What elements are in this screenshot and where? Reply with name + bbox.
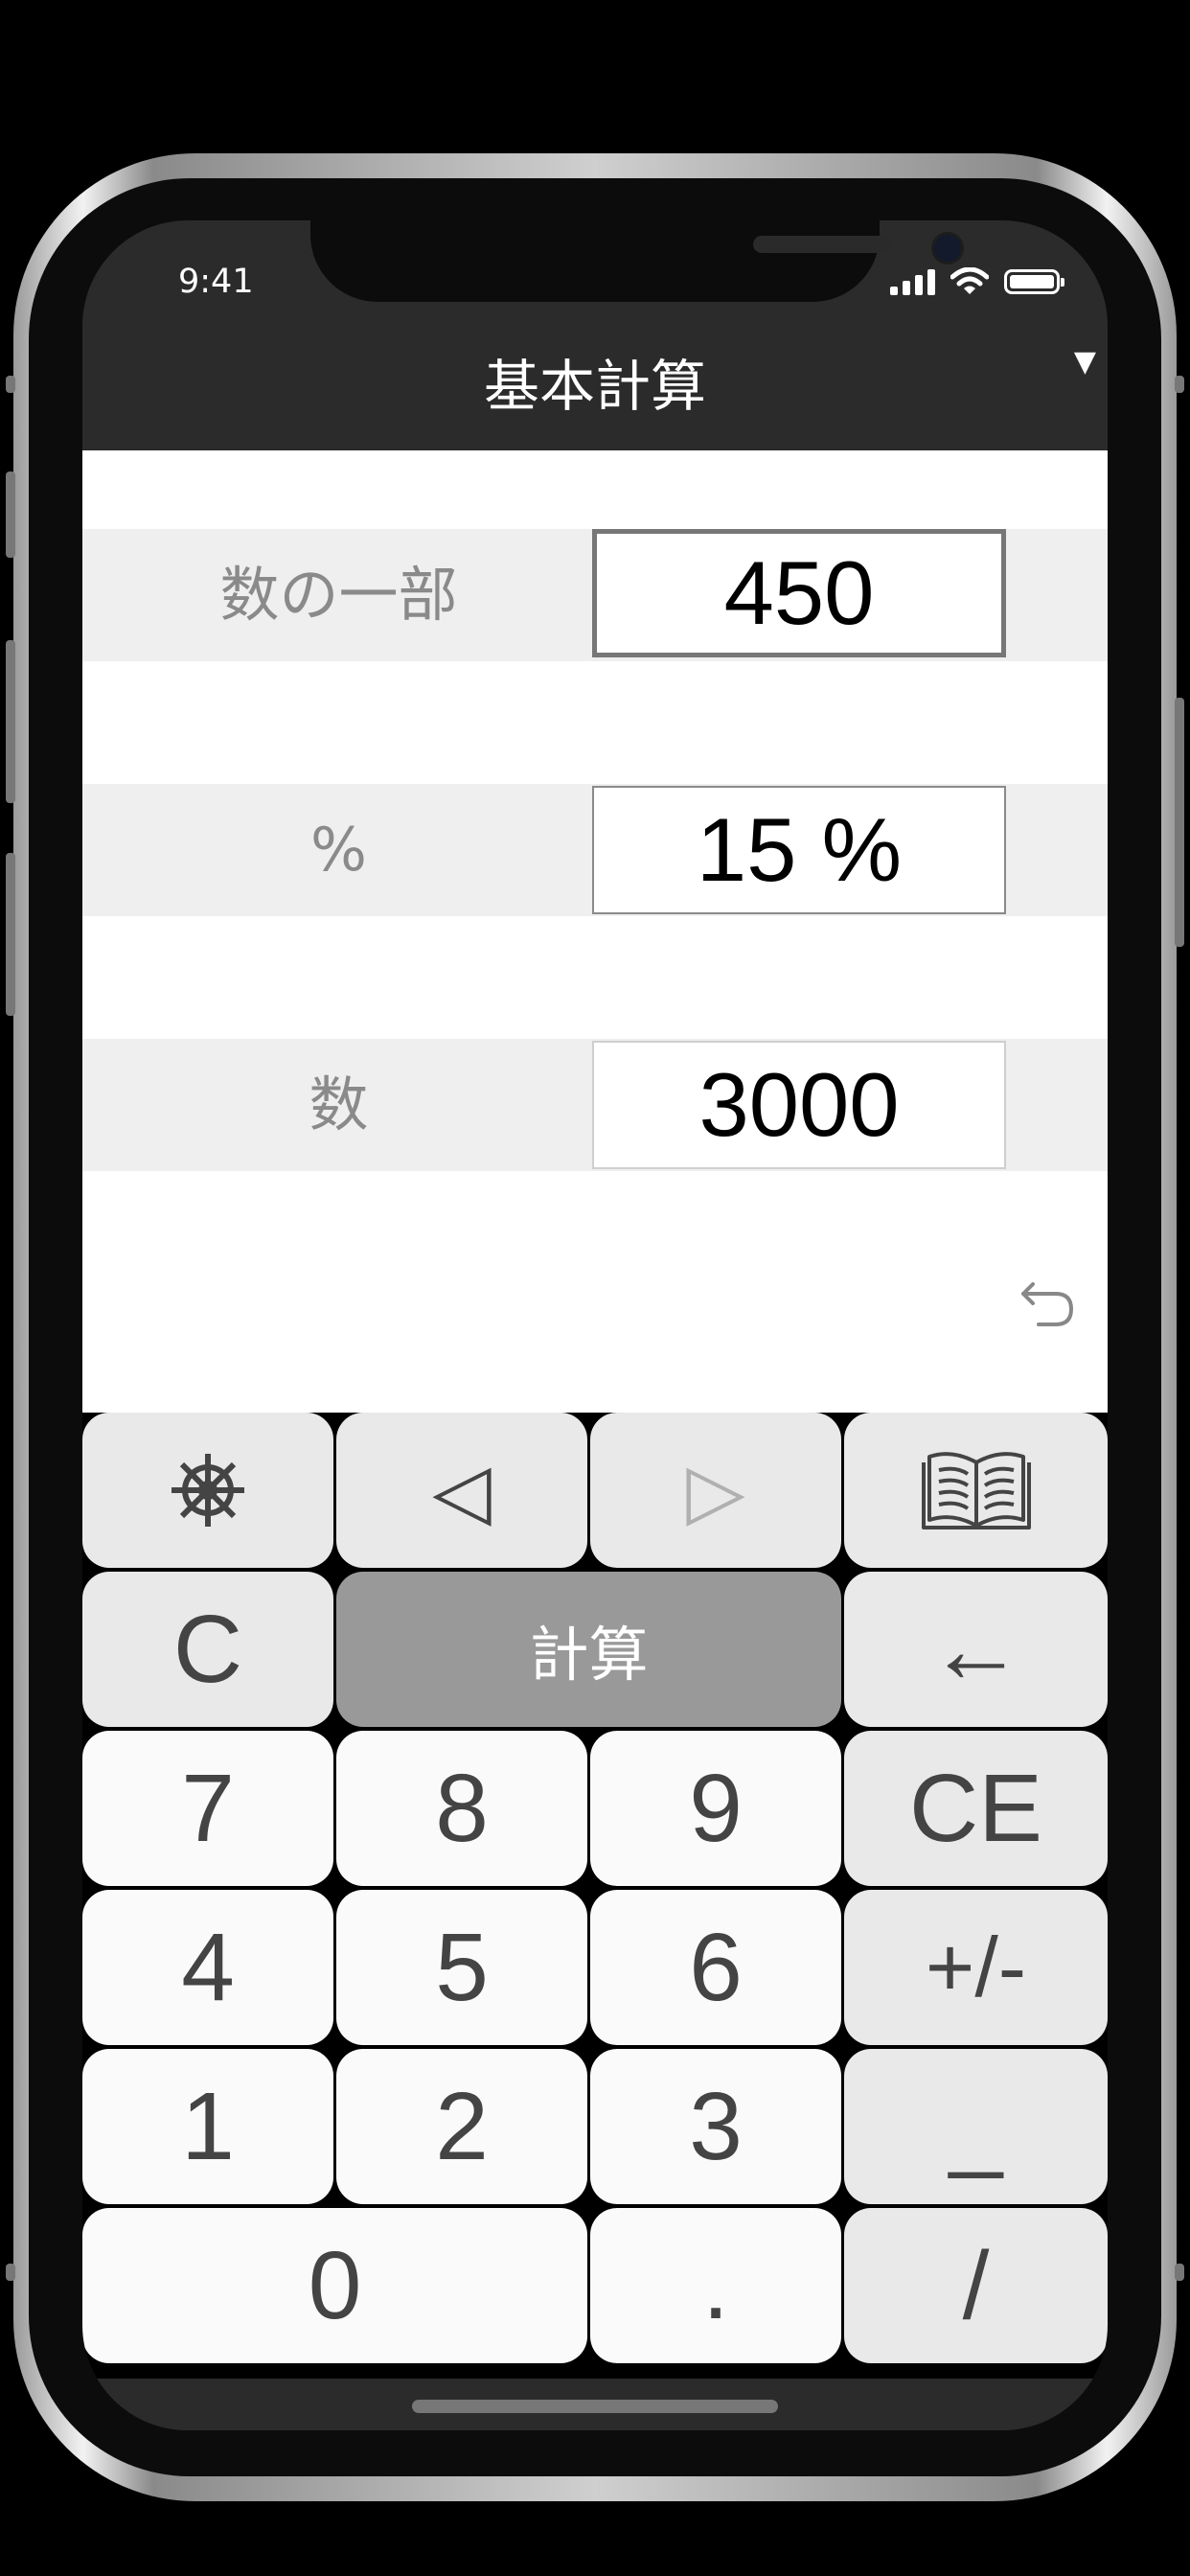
back-button[interactable]: ◁ bbox=[336, 1413, 587, 1568]
side-button bbox=[6, 2264, 15, 2281]
plus-minus-button[interactable]: +/- bbox=[844, 1890, 1108, 2045]
digit-3-button[interactable]: 3 bbox=[590, 2049, 841, 2204]
backspace-button[interactable]: ← bbox=[844, 1572, 1108, 1727]
status-icons bbox=[890, 263, 1064, 301]
home-indicator[interactable] bbox=[412, 2400, 778, 2413]
slash-button[interactable]: / bbox=[844, 2208, 1108, 2363]
settings-button[interactable] bbox=[82, 1413, 333, 1568]
form-area: 数の一部 450 % 15 % 数 3000 bbox=[82, 450, 1108, 1413]
home-bar-area bbox=[82, 2379, 1108, 2430]
number-value-field[interactable]: 3000 bbox=[592, 1041, 1006, 1169]
battery-icon bbox=[1004, 269, 1064, 294]
camera-icon bbox=[931, 232, 964, 264]
row-percent: % 15 % bbox=[82, 784, 1108, 916]
side-button bbox=[6, 376, 15, 393]
book-icon bbox=[921, 1452, 1031, 1530]
row-label: 数の一部 bbox=[219, 560, 458, 630]
triangle-down-icon[interactable]: ▼ bbox=[1074, 345, 1096, 379]
digit-0-button[interactable]: 0 bbox=[82, 2208, 587, 2363]
power-button bbox=[1175, 698, 1184, 947]
calculate-button[interactable]: 計算 bbox=[336, 1572, 841, 1727]
undo-icon[interactable] bbox=[1019, 1273, 1077, 1330]
notch bbox=[310, 220, 964, 302]
part-value-field[interactable]: 450 bbox=[592, 529, 1006, 657]
side-button bbox=[1175, 2264, 1184, 2281]
digit-8-button[interactable]: 8 bbox=[336, 1731, 587, 1886]
helm-icon bbox=[172, 1454, 244, 1527]
page-title: 基本計算 bbox=[483, 354, 706, 419]
digit-9-button[interactable]: 9 bbox=[590, 1731, 841, 1886]
digit-6-button[interactable]: 6 bbox=[590, 1890, 841, 2045]
digit-2-button[interactable]: 2 bbox=[336, 2049, 587, 2204]
digit-7-button[interactable]: 7 bbox=[82, 1731, 333, 1886]
forward-button[interactable]: ▷ bbox=[590, 1413, 841, 1568]
row-label: 数 bbox=[309, 1070, 369, 1139]
silent-switch bbox=[6, 472, 15, 558]
digit-1-button[interactable]: 1 bbox=[82, 2049, 333, 2204]
row-label: % bbox=[310, 815, 367, 885]
clear-entry-button[interactable]: CE bbox=[844, 1731, 1108, 1886]
volume-down-button bbox=[6, 853, 15, 1016]
decimal-button[interactable]: . bbox=[590, 2208, 841, 2363]
wifi-icon bbox=[950, 267, 989, 294]
signal-icon bbox=[890, 268, 935, 295]
row-part: 数の一部 450 bbox=[82, 529, 1108, 661]
percent-value-field[interactable]: 15 % bbox=[592, 786, 1006, 914]
book-button[interactable] bbox=[844, 1413, 1108, 1568]
screen: 9:41 基本計算 ▼ 数の一部 450 % 15 % 数 3000 ◁ ▷ C… bbox=[82, 220, 1108, 2430]
keypad: ◁ ▷ C 計算 ← 7 8 9 CE 4 5 6 +/- 1 2 3 _ 0 … bbox=[82, 1413, 1108, 2379]
underscore-button[interactable]: _ bbox=[844, 2049, 1108, 2204]
speaker bbox=[753, 236, 893, 253]
row-number: 数 3000 bbox=[82, 1039, 1108, 1171]
clear-button[interactable]: C bbox=[82, 1572, 333, 1727]
status-time: 9:41 bbox=[178, 263, 254, 301]
volume-up-button bbox=[6, 640, 15, 803]
digit-4-button[interactable]: 4 bbox=[82, 1890, 333, 2045]
side-button bbox=[1175, 376, 1184, 393]
digit-5-button[interactable]: 5 bbox=[336, 1890, 587, 2045]
